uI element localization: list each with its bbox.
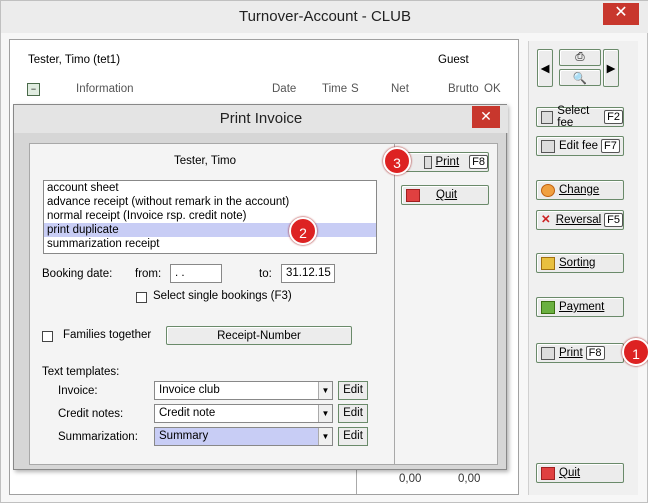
quit-icon [406,188,420,202]
summarization-label: Summarization: [58,431,138,443]
summary-template-select[interactable]: Summary ▼ [154,427,333,446]
brutto-total: 0,00 [458,473,481,485]
col-information: Information [76,83,134,95]
reversal-button[interactable]: ✕ Reversal F5 [536,210,624,230]
payment-icon [541,300,555,314]
list-item[interactable]: account sheet [44,181,376,195]
quit-button[interactable]: Quit [536,463,624,483]
credit-notes-label: Credit notes: [58,408,124,420]
step-badge-3: 3 [383,147,411,175]
col-ok: OK [484,83,501,95]
col-time: Time [322,83,348,95]
change-label: Change [559,184,600,196]
dialog-title: Print Invoice [14,105,508,133]
summary-edit-button[interactable]: Edit [338,427,368,446]
families-label: Families together [63,329,152,341]
select-fee-icon [541,110,554,124]
invoice-edit-button[interactable]: Edit [338,381,368,400]
print-invoice-dialog: Print Invoice ✕ Tester, Timo account she… [13,104,508,470]
quit-label: Quit [559,467,581,479]
col-s: S [351,83,359,95]
sorting-button[interactable]: Sorting [536,253,624,273]
print-key: F8 [585,346,605,360]
step-badge-1: 1 [622,338,648,366]
printer-icon [541,346,555,360]
member-name: Tester, Timo (tet1) [28,54,121,66]
dialog-actions: Print F8 Quit [394,143,498,465]
invoice-template-value: Invoice club [159,384,220,396]
to-label: to: [259,268,272,280]
from-label: from: [135,268,162,280]
to-date-input[interactable]: 31.12.15 [281,264,335,283]
col-date: Date [272,83,297,95]
select-fee-label: Select fee [557,105,590,129]
print-button[interactable]: Print F8 [536,343,624,363]
list-item-selected[interactable]: print duplicate [44,223,376,237]
change-button[interactable]: Change [536,180,624,200]
select-single-checkbox[interactable] [136,292,147,303]
user-name: Guest [438,54,469,66]
invoice-template-select[interactable]: Invoice club ▼ [154,381,333,400]
print-options-list[interactable]: account sheet advance receipt (without r… [43,180,377,254]
col-brutto: Brutto [448,83,479,95]
credit-template-value: Credit note [159,407,216,419]
dialog-body: Tester, Timo account sheet advance recei… [29,143,401,465]
preview-icon[interactable]: 🔍 [559,69,601,86]
select-fee-key: F2 [604,110,623,124]
list-item[interactable]: advance receipt (without remark in the a… [44,195,376,209]
invoice-label: Invoice: [58,385,98,397]
divider [356,468,357,494]
net-total: 0,00 [399,473,422,485]
select-single-label: Select single bookings (F3) [153,290,292,302]
quit-icon [541,466,555,480]
dialog-print-key: F8 [469,155,488,169]
dialog-quit-label: Quit [436,189,458,201]
sorting-icon [541,256,555,270]
summary-template-value: Summary [159,430,209,442]
receipt-number-button[interactable]: Receipt-Number [166,326,352,345]
from-date-input[interactable]: . . [170,264,222,283]
printer-icon [424,155,432,169]
action-panel: ◀ ⎙ 🔍 ▶ Select fee F2 Edit fee F7 Change… [528,41,638,495]
print-label: Print [559,347,583,359]
sorting-label: Sorting [559,257,596,269]
select-fee-button[interactable]: Select fee F2 [536,105,624,129]
chevron-down-icon[interactable]: ▼ [318,405,332,422]
dialog-member: Tester, Timo [174,155,236,167]
families-checkbox[interactable] [42,331,53,342]
dialog-quit-button[interactable]: Quit [401,185,489,205]
reversal-key: F5 [604,213,623,227]
list-item[interactable]: normal receipt (Invoice rsp. credit note… [44,209,376,223]
edit-fee-button[interactable]: Edit fee F7 [536,136,624,156]
credit-template-select[interactable]: Credit note ▼ [154,404,333,423]
credit-edit-button[interactable]: Edit [338,404,368,423]
chevron-down-icon[interactable]: ▼ [318,428,332,445]
reversal-icon: ✕ [541,213,551,226]
prev-arrow-button[interactable]: ◀ [537,49,553,87]
printer-icon[interactable]: ⎙ [559,49,601,66]
chevron-down-icon[interactable]: ▼ [318,382,332,399]
list-item[interactable]: summarization receipt [44,237,376,251]
change-icon [541,183,555,197]
collapse-icon[interactable]: − [27,83,40,96]
col-net: Net [391,83,409,95]
edit-fee-label: Edit fee [559,140,598,152]
step-badge-2: 2 [289,217,317,245]
dialog-print-label: Print [435,156,460,168]
booking-date-label: Booking date: [42,268,113,280]
payment-label: Payment [559,301,605,313]
dialog-close-icon[interactable]: ✕ [472,106,500,128]
close-icon[interactable]: ✕ [603,3,639,25]
edit-fee-key: F7 [601,139,620,153]
text-templates-label: Text templates: [42,366,120,378]
reversal-label: Reversal [555,214,602,226]
payment-button[interactable]: Payment [536,297,624,317]
turnover-account-window: Turnover-Account - CLUB ✕ Tester, Timo (… [0,0,648,503]
dialog-print-button[interactable]: Print F8 [401,152,489,172]
window-title: Turnover-Account - CLUB [1,1,648,33]
edit-fee-icon [541,139,555,153]
next-arrow-button[interactable]: ▶ [603,49,619,87]
